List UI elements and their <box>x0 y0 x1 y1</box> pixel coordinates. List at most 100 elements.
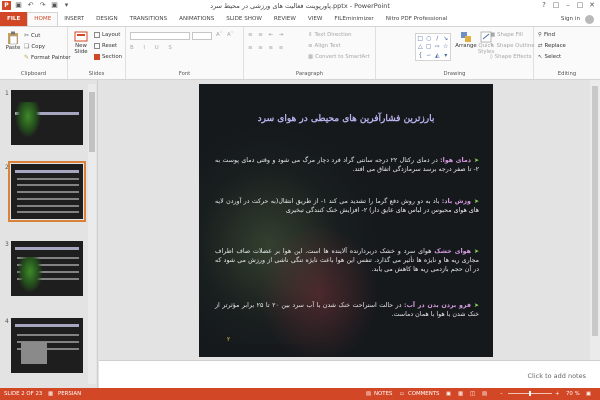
slide-thumbnail-pane: 1 2 3 4 <box>0 80 98 388</box>
font-size-field[interactable] <box>192 32 212 40</box>
new-slide-button[interactable]: New Slide <box>71 31 91 55</box>
star-shape-icon[interactable]: ☆ <box>443 43 448 50</box>
minimize-icon[interactable]: – <box>562 0 574 11</box>
line-shape-icon[interactable]: ∕ <box>436 35 438 42</box>
shapes-gallery[interactable]: □ ○ ∕ ↘ △ ▢ ⇨ ☆ { ∽ ◭ ▾ <box>415 33 451 61</box>
shrink-font-icon[interactable]: Aˇ <box>227 32 233 38</box>
reading-view-icon[interactable]: ◫ <box>470 391 475 397</box>
layout-button[interactable]: Layout <box>94 32 120 38</box>
format-painter-button[interactable]: ✎ Format Painter <box>24 54 71 61</box>
slide-title[interactable]: بارزترین فشارآفرین های محیطی در هوای سرد <box>209 114 483 124</box>
zoom-in-icon[interactable]: + <box>555 391 560 397</box>
convert-smartart-button[interactable]: ▦ Convert to SmartArt <box>308 54 370 60</box>
slide-thumbnail-1[interactable] <box>11 90 83 145</box>
font-name-field[interactable] <box>130 32 190 40</box>
new-slide-icon <box>74 31 88 42</box>
cut-button[interactable]: ✂ Cut <box>24 32 40 39</box>
avatar[interactable] <box>585 15 594 24</box>
list-buttons[interactable]: ≡ ≡ ⇤ ⇥ <box>248 32 285 38</box>
font-style-buttons[interactable]: B I U S <box>130 45 176 51</box>
more-shapes-icon[interactable]: ▾ <box>444 52 447 59</box>
tab-home[interactable]: HOME <box>27 12 59 26</box>
scissors-icon: ✂ <box>24 32 30 39</box>
paragraph-label: Paragraph <box>295 71 324 77</box>
slide-paragraph[interactable]: ➤دمای هوا: در دمای رکتال ۲۲ درجه سانتی گ… <box>215 156 479 174</box>
slide-paragraph[interactable]: ➤وزش باد: باد به دو روش دفع گرما را تشدی… <box>215 197 479 215</box>
rounded-rect-shape-icon[interactable]: ▢ <box>426 43 432 50</box>
notes-toggle-icon[interactable]: ▤ <box>366 391 371 397</box>
thumbnail-scrollbar[interactable] <box>88 84 96 384</box>
bullet-icon: ➤ <box>473 157 480 164</box>
drawing-label: Drawing <box>443 71 466 77</box>
slide-paragraph[interactable]: ➤فرو بردن بدن در آب: در حالت استراحت خنک… <box>215 301 479 319</box>
slideshow-view-icon[interactable]: ▤ <box>482 391 487 397</box>
close-icon[interactable]: ✕ <box>586 0 598 11</box>
thumbnail-number: 2 <box>5 164 9 171</box>
oval-shape-icon[interactable]: ○ <box>426 35 431 42</box>
slide-thumbnail-2[interactable] <box>8 161 86 222</box>
shape-outline-button[interactable]: ✎ Shape Outline <box>490 43 535 49</box>
arrow-shape-icon[interactable]: ↘ <box>443 35 448 42</box>
font-group: Aˆ Aˇ B I U S Font <box>126 27 244 79</box>
notes-pane[interactable]: Click to add notes <box>99 360 600 388</box>
shape-fill-button[interactable]: ■ Shape Fill <box>490 32 523 38</box>
pen-icon: ✎ <box>490 43 495 49</box>
tab-slide-show[interactable]: SLIDE SHOW <box>220 12 268 26</box>
ribbon-display-icon[interactable]: □ <box>550 0 562 11</box>
align-buttons[interactable]: ≡ ≡ ≡ ≡ <box>248 45 285 51</box>
slide-sorter-icon[interactable]: ▦ <box>458 391 463 397</box>
notes-toggle[interactable]: NOTES <box>374 391 392 397</box>
tab-file[interactable]: FILE <box>0 12 28 26</box>
zoom-out-icon[interactable]: – <box>500 391 503 397</box>
tab-transitions[interactable]: TRANSITIONS <box>124 12 174 26</box>
reset-icon <box>94 43 100 49</box>
comments-toggle[interactable]: COMMENTS <box>408 391 439 397</box>
tab-nitro-pdf[interactable]: Nitro PDF Professional <box>380 12 454 26</box>
clipboard-group: Paste ✂ Cut ❏ Copy ✎ Format Painter Clipboa… <box>0 27 71 79</box>
slide-thumbnail-3[interactable] <box>11 241 83 296</box>
spelling-icon[interactable]: ▦ <box>48 391 53 397</box>
tab-insert[interactable]: INSERT <box>58 12 90 26</box>
select-button[interactable]: ↖ Select <box>538 54 561 60</box>
bullet-icon: ➤ <box>473 248 479 255</box>
text-direction-button[interactable]: ⇕ Text Direction <box>308 32 352 38</box>
curve-shape-icon[interactable]: ∽ <box>426 52 431 59</box>
arrange-button[interactable]: Arrange <box>455 31 477 49</box>
slide-canvas[interactable]: بارزترین فشارآفرین های محیطی در هوای سرد… <box>199 84 493 357</box>
replace-button[interactable]: ⇄ Replace <box>538 43 566 49</box>
tab-design[interactable]: DESIGN <box>90 12 124 26</box>
copy-icon: ❏ <box>24 43 30 50</box>
slide-scrollbar[interactable] <box>590 80 600 360</box>
align-text-button[interactable]: ≡ Align Text <box>308 43 341 49</box>
right-arrow-shape-icon[interactable]: ⇨ <box>435 43 440 50</box>
zoom-slider-handle[interactable] <box>529 391 531 396</box>
help-icon[interactable]: ? <box>538 0 550 11</box>
tab-review[interactable]: REVIEW <box>268 12 302 26</box>
tab-animations[interactable]: ANIMATIONS <box>173 12 220 26</box>
grow-font-icon[interactable]: Aˆ <box>216 32 222 38</box>
shape-effects-button[interactable]: ◊ Shape Effects <box>490 54 532 60</box>
block-arc-shape-icon[interactable]: ◭ <box>435 52 440 59</box>
find-button[interactable]: ⚲ Find <box>538 32 555 38</box>
rectangle-shape-icon[interactable]: □ <box>417 35 423 42</box>
align-text-icon: ≡ <box>308 43 313 49</box>
brace-shape-icon[interactable]: { <box>418 52 422 59</box>
comments-icon[interactable]: ▫ <box>400 391 404 397</box>
section-button[interactable]: Section <box>94 54 122 60</box>
arrange-icon <box>461 32 471 42</box>
fit-to-window-icon[interactable]: ▣ <box>586 391 591 397</box>
powerpoint-window: P ▣ ↶ ↷ ▣ ▾ پاورپوینت فعالیت های ورزشی د… <box>0 0 600 400</box>
normal-view-icon[interactable]: ▣ <box>446 391 451 397</box>
copy-button[interactable]: ❏ Copy <box>24 43 45 50</box>
sign-in-link[interactable]: Sign in <box>561 12 580 26</box>
paste-button[interactable]: Paste <box>4 31 22 51</box>
triangle-shape-icon[interactable]: △ <box>418 43 423 50</box>
language-indicator[interactable]: PERSIAN <box>58 391 81 397</box>
slide-paragraph[interactable]: ➤هوای خشک هوای سرد و خشک دربردارنده آلای… <box>215 247 479 274</box>
zoom-level[interactable]: 70 % <box>566 391 580 397</box>
maximize-icon[interactable]: □ <box>574 0 586 11</box>
tab-fileminimizer[interactable]: FILEminimizer <box>328 12 379 26</box>
reset-button[interactable]: Reset <box>94 43 117 49</box>
slide-thumbnail-4[interactable] <box>11 318 83 373</box>
tab-view[interactable]: VIEW <box>302 12 329 26</box>
